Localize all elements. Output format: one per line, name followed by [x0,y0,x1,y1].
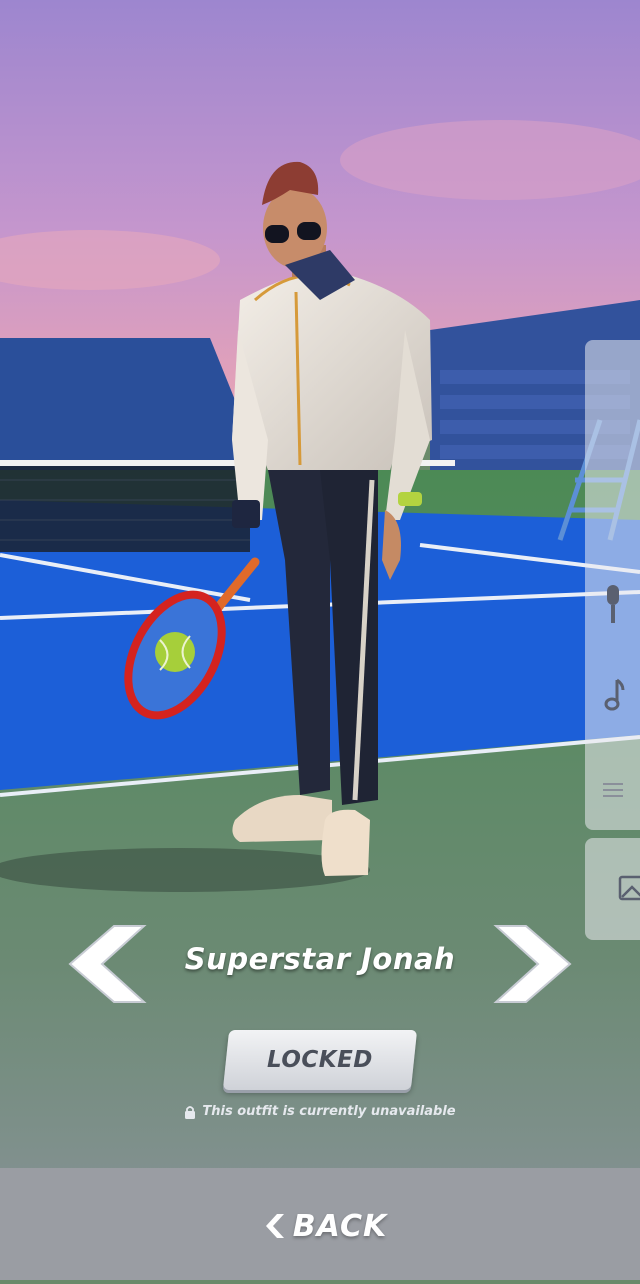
stadium-wall-left [0,338,235,470]
lock-icon [184,1105,196,1119]
chevron-left-icon [64,922,148,1006]
outfit-name: Superstar Jonah [140,942,500,976]
next-outfit-button[interactable] [492,922,576,1006]
tennis-net [0,462,250,552]
unavailable-note: This outfit is currently unavailable [150,1104,490,1119]
music-note-icon[interactable] [585,665,640,725]
back-chevron-icon [263,1213,285,1239]
previous-outfit-button[interactable] [64,922,148,1006]
unavailable-note-text: This outfit is currently unavailable [202,1104,455,1119]
side-panel-top [585,340,640,830]
microphone-icon[interactable] [585,575,640,635]
chevron-right-icon [492,922,576,1006]
side-panel-bottom [585,838,640,940]
back-button[interactable]: BACK [255,1200,395,1252]
sliders-icon[interactable] [585,760,640,820]
back-button-label: BACK [293,1209,387,1244]
image-icon[interactable] [605,858,640,918]
locked-button-label: LOCKED [267,1047,373,1073]
locked-button[interactable]: LOCKED [223,1030,417,1090]
